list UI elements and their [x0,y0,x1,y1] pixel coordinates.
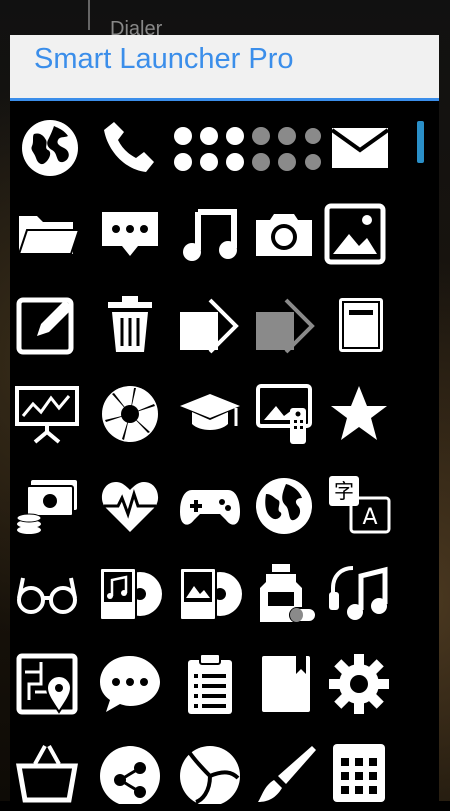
phone-icon[interactable] [91,109,169,187]
tv-remote-icon[interactable] [247,375,325,453]
apps-grid-icon[interactable] [171,109,321,187]
music-player-icon[interactable] [91,555,169,633]
presentation-icon[interactable] [8,375,86,453]
svg-text:A: A [362,505,377,530]
edit-icon[interactable] [8,285,86,363]
globe-icon[interactable] [11,109,89,187]
volleyball-icon[interactable] [171,733,249,811]
gallery-player-icon[interactable] [171,555,249,633]
heart-rate-icon[interactable] [91,467,169,545]
translate-icon[interactable]: 字A [320,467,398,545]
book-icon[interactable] [322,285,400,363]
settings-gear-icon[interactable] [320,645,398,723]
world-map-icon[interactable] [245,467,323,545]
calculator-icon[interactable] [320,733,398,811]
star-icon[interactable] [320,375,398,453]
camera-aperture-icon[interactable] [91,375,169,453]
scrollbar-thumb[interactable] [417,121,424,163]
notebook-icon[interactable] [247,645,325,723]
message-bubble-icon[interactable] [91,645,169,723]
medicine-icon[interactable] [247,555,325,633]
icon-picker-dialog: Smart Launcher Pro 字 A [8,35,439,804]
share-nodes-icon[interactable] [91,733,169,811]
headphone-music-icon[interactable] [320,555,398,633]
clipboard-list-icon[interactable] [171,645,249,723]
map-location-icon[interactable] [8,645,86,723]
share-arrow-dim-icon[interactable] [247,285,325,363]
gamepad-icon[interactable] [171,467,249,545]
graduation-cap-icon[interactable] [171,375,249,453]
dialog-title: Smart Launcher Pro [34,43,294,75]
glasses-icon[interactable] [8,555,86,633]
chat-bubble-icon[interactable] [91,195,169,273]
music-note-icon[interactable] [171,195,249,273]
dialog-header: Smart Launcher Pro [10,35,439,101]
background-divider [88,0,90,30]
money-icon[interactable] [8,467,86,545]
image-icon[interactable] [316,195,394,273]
folder-icon[interactable] [8,195,86,273]
share-arrow-icon[interactable] [171,285,249,363]
trash-icon[interactable] [91,285,169,363]
shopping-basket-icon[interactable] [8,733,86,811]
brush-icon[interactable] [247,733,325,811]
camera-icon[interactable] [245,195,323,273]
mail-icon[interactable] [321,109,399,187]
